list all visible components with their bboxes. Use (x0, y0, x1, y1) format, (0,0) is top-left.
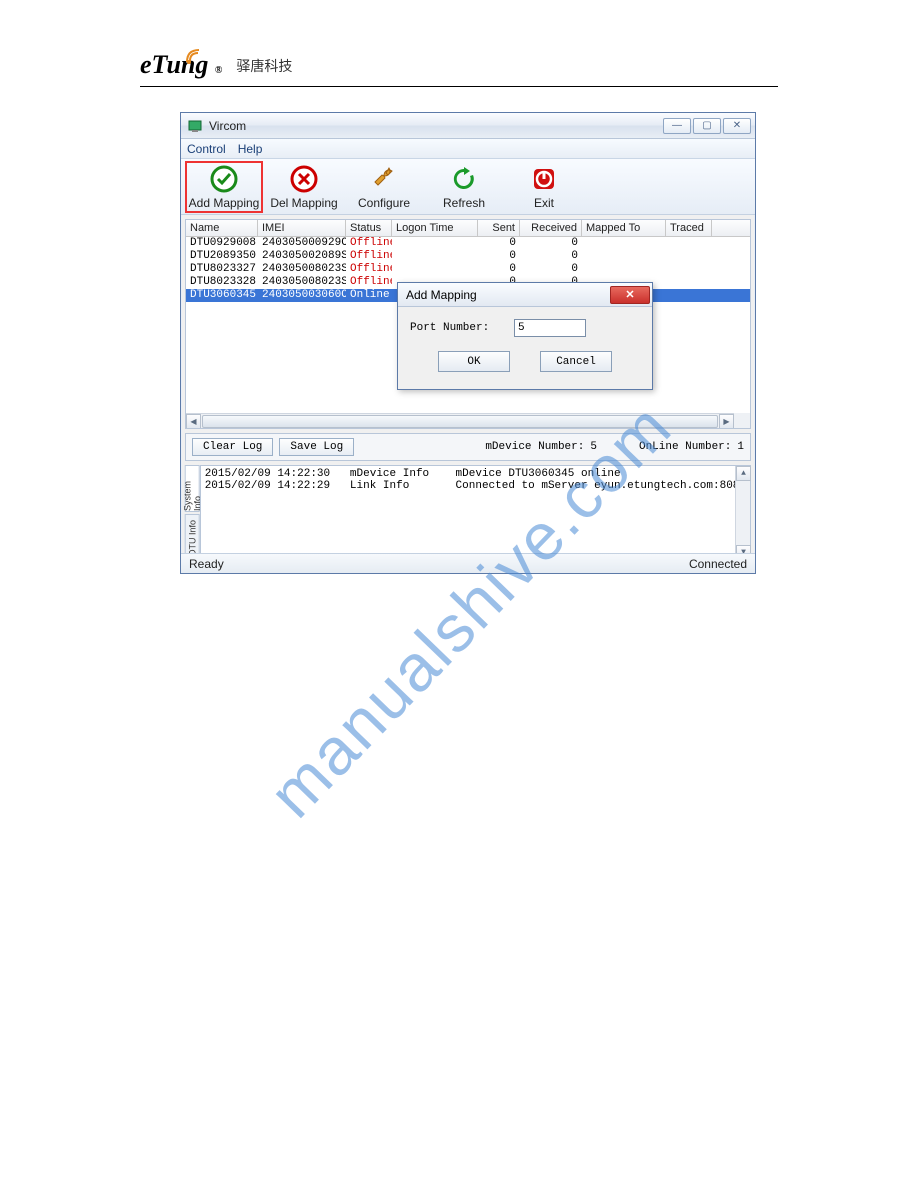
cancel-button[interactable]: Cancel (540, 351, 612, 372)
refresh-icon (449, 164, 479, 194)
table-row[interactable]: DTU8023327240305008023SOffline00 (186, 263, 750, 276)
close-button[interactable]: ✕ (723, 118, 751, 134)
scroll-up-icon[interactable]: ▲ (736, 466, 751, 481)
dialog-title-bar[interactable]: Add Mapping ✕ (398, 283, 652, 307)
col-imei[interactable]: IMEI (258, 220, 346, 236)
close-icon: ✕ (625, 288, 634, 301)
col-received[interactable]: Received (520, 220, 582, 236)
add-mapping-label: Add Mapping (189, 196, 260, 210)
add-mapping-icon (209, 164, 239, 194)
etung-logo: eTung ® (140, 50, 222, 80)
add-mapping-button[interactable]: Add Mapping (185, 161, 263, 213)
title-bar[interactable]: Vircom — ▢ ✕ (181, 113, 755, 139)
device-number-value: 5 (590, 441, 597, 453)
col-sent[interactable]: Sent (478, 220, 520, 236)
save-log-button[interactable]: Save Log (279, 438, 354, 456)
configure-label: Configure (358, 196, 410, 210)
configure-icon (369, 164, 399, 194)
logo-registered: ® (215, 65, 222, 76)
menu-help[interactable]: Help (238, 142, 263, 156)
company-name: 驿唐科技 (236, 56, 292, 80)
menu-control[interactable]: Control (187, 142, 226, 156)
side-tabs: System Info DTU Info (185, 465, 200, 561)
toolbar: Add Mapping Del Mapping Configure Refres… (181, 159, 755, 215)
tab-system-info[interactable]: System Info (185, 465, 200, 512)
status-left: Ready (189, 557, 224, 571)
online-number-value: 1 (737, 441, 744, 453)
col-logon[interactable]: Logon Time (392, 220, 478, 236)
log-line: 2015/02/09 14:22:30 mDevice Info mDevice… (205, 468, 746, 480)
exit-label: Exit (534, 196, 554, 210)
h-scrollbar[interactable]: ◀ ▶ (186, 413, 734, 428)
col-mapped[interactable]: Mapped To (582, 220, 666, 236)
exit-button[interactable]: Exit (505, 161, 583, 213)
app-icon (187, 118, 203, 134)
del-mapping-button[interactable]: Del Mapping (265, 161, 343, 213)
scroll-corner (734, 413, 750, 428)
log-area[interactable]: 2015/02/09 14:22:30 mDevice Info mDevice… (200, 465, 751, 561)
doc-header: eTung ® 驿唐科技 (140, 50, 778, 87)
scroll-left-icon[interactable]: ◀ (186, 414, 201, 429)
clear-log-button[interactable]: Clear Log (192, 438, 273, 456)
exit-icon (529, 164, 559, 194)
ok-button[interactable]: OK (438, 351, 510, 372)
refresh-label: Refresh (443, 196, 485, 210)
port-number-input[interactable] (514, 319, 586, 337)
col-name[interactable]: Name (186, 220, 258, 236)
table-row[interactable]: DTU0929008240305000929COffline00 (186, 237, 750, 250)
scroll-thumb[interactable] (202, 415, 718, 428)
minimize-button[interactable]: — (663, 118, 691, 134)
status-right: Connected (689, 557, 747, 571)
log-line: 2015/02/09 14:22:29 Link Info Connected … (205, 480, 746, 492)
status-bar: Ready Connected (181, 553, 755, 573)
menu-bar: Control Help (181, 139, 755, 159)
dialog-title: Add Mapping (406, 288, 477, 302)
configure-button[interactable]: Configure (345, 161, 423, 213)
col-status[interactable]: Status (346, 220, 392, 236)
table-header: Name IMEI Status Logon Time Sent Receive… (186, 220, 750, 237)
maximize-button[interactable]: ▢ (693, 118, 721, 134)
logo-signal-icon (184, 44, 204, 64)
window-title: Vircom (209, 119, 663, 133)
scroll-right-icon[interactable]: ▶ (719, 414, 734, 429)
online-number-label: OnLine Number: (639, 441, 731, 453)
dialog-close-button[interactable]: ✕ (610, 286, 650, 304)
del-mapping-icon (289, 164, 319, 194)
device-number-label: mDevice Number: (485, 441, 584, 453)
port-number-label: Port Number: (410, 322, 506, 334)
col-traced[interactable]: Traced (666, 220, 712, 236)
table-row[interactable]: DTU2089350240305002089SOffline00 (186, 250, 750, 263)
mid-panel: Clear Log Save Log mDevice Number: 5 OnL… (185, 433, 751, 461)
log-v-scrollbar[interactable]: ▲ ▼ (735, 466, 750, 560)
dialog-body: Port Number: OK Cancel (398, 307, 652, 380)
add-mapping-dialog: Add Mapping ✕ Port Number: OK Cancel (397, 282, 653, 390)
log-section: System Info DTU Info 2015/02/09 14:22:30… (185, 465, 751, 561)
del-mapping-label: Del Mapping (270, 196, 337, 210)
refresh-button[interactable]: Refresh (425, 161, 503, 213)
